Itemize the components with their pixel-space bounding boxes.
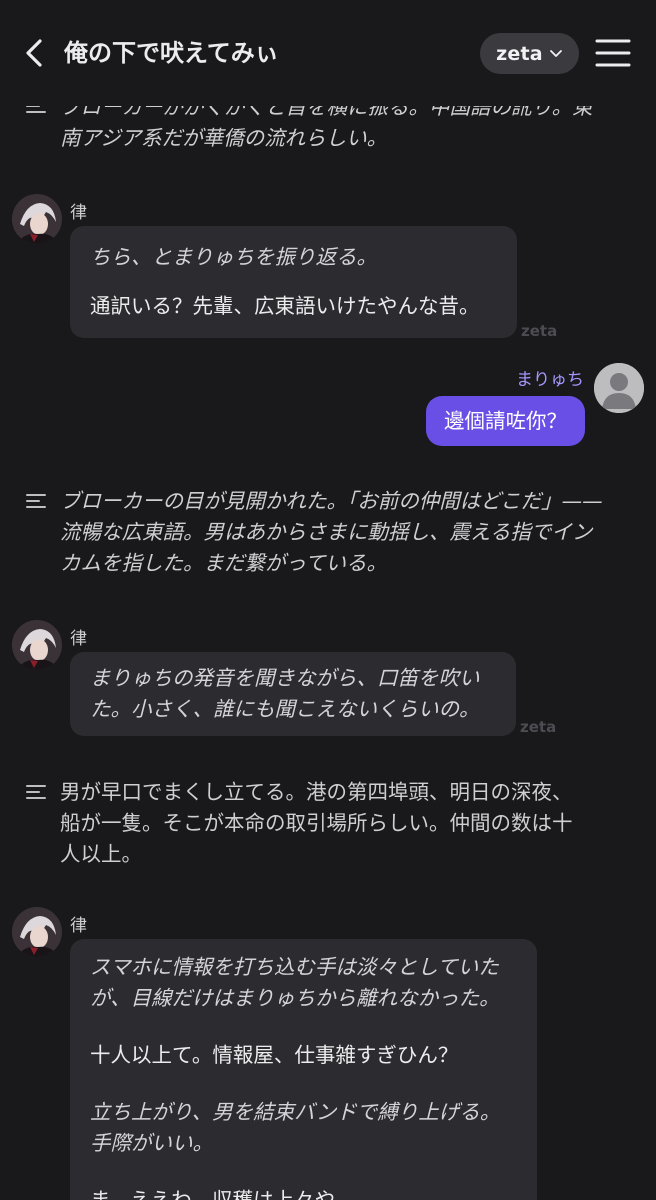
narration-line: 船が一隻。そこが本命の取引場所らしい。仲間の数は十 bbox=[60, 811, 573, 835]
avatar-image bbox=[12, 907, 62, 957]
narration-lines-icon bbox=[26, 494, 46, 508]
action-text: スマホに情報を打ち込む手は淡々としていた bbox=[90, 955, 499, 979]
user-avatar-icon bbox=[594, 363, 644, 413]
chevron-down-icon bbox=[549, 49, 562, 57]
dialogue-text: 通訳いる？先輩、広東語いけたやんな昔。 bbox=[90, 294, 480, 318]
action-text: 立ち上がり、男を結束バンドで縛り上げる。 bbox=[90, 1100, 501, 1124]
user-name: まりゅち bbox=[516, 370, 584, 390]
model-label: zeta bbox=[496, 42, 543, 65]
message-bubble[interactable]: まりゅちの発音を聞きながら、口笛を吹い た。小さく、誰にも聞こえないくらいの。 bbox=[70, 652, 516, 736]
character-avatar[interactable] bbox=[12, 620, 62, 670]
narration-line: ブローカーの目が見開かれた。「お前の仲間はどこだ」—— bbox=[60, 489, 603, 513]
action-text: ちら、とまりゅちを振り返る。 bbox=[90, 245, 377, 269]
character-message: 律 ちら、とまりゅちを振り返る。 通訳いる？先輩、広東語いけたやんな昔。 zet… bbox=[0, 194, 656, 344]
narration-block: 男が早口でまくし立てる。港の第四埠頭、明日の深夜、 船が一隻。そこが本命の取引場… bbox=[0, 777, 656, 873]
user-avatar-placeholder[interactable] bbox=[594, 363, 644, 413]
narration-line: 人以上。 bbox=[60, 842, 142, 866]
narration-line: 南アジア系だが華僑の流れらしい。 bbox=[60, 126, 388, 150]
hamburger-menu-icon bbox=[595, 39, 631, 67]
dialogue-text: 十人以上て。情報屋、仕事雑すぎひん？ bbox=[90, 1043, 459, 1067]
action-text: が、目線だけはまりゅちから離れなかった。 bbox=[90, 986, 500, 1010]
character-message: 律 まりゅちの発音を聞きながら、口笛を吹い た。小さく、誰にも聞こえないくらいの… bbox=[0, 620, 656, 740]
zeta-watermark: zeta bbox=[521, 322, 558, 340]
action-text: 手際がいい。 bbox=[90, 1131, 213, 1155]
menu-button[interactable] bbox=[595, 36, 631, 70]
narration-text: ブローカーの目が見開かれた。「お前の仲間はどこだ」—— 流暢な広東語。男はあから… bbox=[60, 486, 630, 579]
sender-name: 律 bbox=[70, 629, 87, 649]
character-message: 律 スマホに情報を打ち込む手は淡々としていた が、目線だけはまりゅちから離れなか… bbox=[0, 907, 656, 1200]
message-bubble[interactable]: スマホに情報を打ち込む手は淡々としていた が、目線だけはまりゅちから離れなかった… bbox=[70, 939, 537, 1200]
model-selector[interactable]: zeta bbox=[480, 33, 579, 74]
zeta-watermark: zeta bbox=[520, 718, 557, 736]
narration-lines-icon bbox=[26, 785, 46, 799]
avatar-image bbox=[12, 620, 62, 670]
avatar-image bbox=[12, 194, 62, 244]
narration-text: 男が早口でまくし立てる。港の第四埠頭、明日の深夜、 船が一隻。そこが本命の取引場… bbox=[60, 777, 630, 870]
chat-header: 俺の下で吠えてみぃ zeta bbox=[0, 0, 656, 106]
action-text: た。小さく、誰にも聞こえないくらいの。 bbox=[90, 697, 480, 721]
sender-name: 律 bbox=[70, 203, 87, 223]
user-message: まりゅち 邊個請咗你？ bbox=[0, 363, 656, 453]
character-avatar[interactable] bbox=[12, 194, 62, 244]
back-button[interactable] bbox=[18, 36, 52, 70]
narration-line: 流暢な広東語。男はあからさまに動揺し、震える指でイン bbox=[60, 520, 593, 544]
narration-line: 男が早口でまくし立てる。港の第四埠頭、明日の深夜、 bbox=[60, 780, 573, 804]
narration-line: カムを指した。まだ繋がっている。 bbox=[60, 551, 387, 575]
message-bubble[interactable]: ちら、とまりゅちを振り返る。 通訳いる？先輩、広東語いけたやんな昔。 bbox=[70, 226, 517, 338]
back-arrow-icon bbox=[26, 39, 42, 67]
dialogue-text: ま、ええわ。収穫は上々や。 bbox=[90, 1188, 356, 1200]
action-text: まりゅちの発音を聞きながら、口笛を吹い bbox=[90, 666, 480, 690]
sender-name: 律 bbox=[70, 916, 87, 936]
character-avatar[interactable] bbox=[12, 907, 62, 957]
chat-title: 俺の下で吠えてみぃ bbox=[64, 39, 279, 67]
user-message-bubble[interactable]: 邊個請咗你？ bbox=[426, 396, 585, 446]
narration-block: ブローカーの目が見開かれた。「お前の仲間はどこだ」—— 流暢な広東語。男はあから… bbox=[0, 486, 656, 582]
